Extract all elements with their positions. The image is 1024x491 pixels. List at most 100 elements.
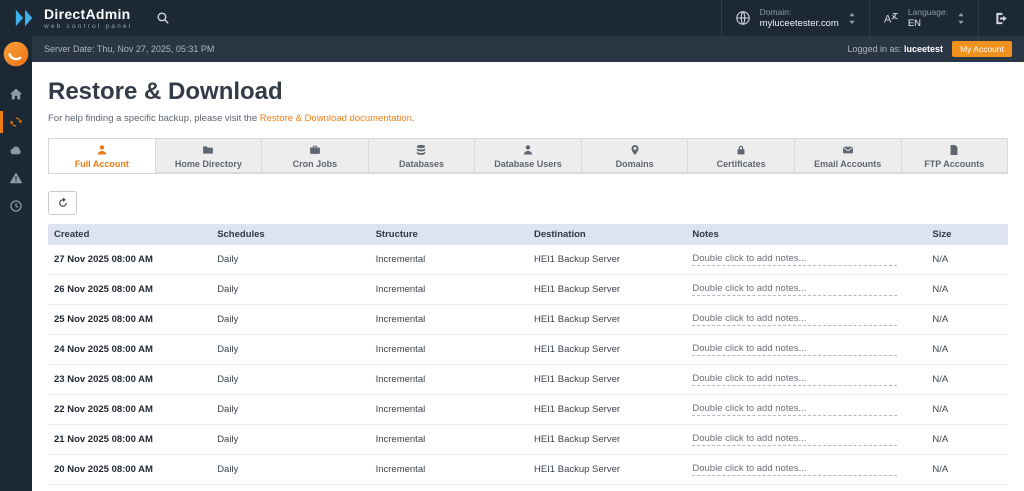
refresh-icon: [57, 197, 69, 209]
documentation-link[interactable]: Restore & Download documentation: [260, 113, 412, 124]
tab-home-directory[interactable]: Home Directory: [155, 139, 263, 173]
created-cell: 21 Nov 2025 08:00 AM: [48, 424, 212, 455]
schedule-cell: Daily: [211, 394, 370, 425]
tab-label: Domains: [615, 158, 654, 169]
structure-cell: Incremental: [369, 394, 528, 425]
tab-databases[interactable]: Databases: [368, 139, 476, 173]
table-row: 19 Nov 2025 08:00 AMDailyIncrementalHEI1…: [48, 484, 1008, 491]
created-cell: 25 Nov 2025 08:00 AM: [48, 304, 212, 335]
size-cell: N/A: [926, 454, 1008, 485]
chevron-updown-icon: [848, 12, 856, 25]
pin-icon: [629, 144, 641, 156]
schedule-cell: Daily: [211, 304, 370, 335]
structure-cell: Incremental: [369, 364, 528, 395]
notes-placeholder[interactable]: Double click to add notes...: [692, 433, 898, 446]
tab-domains[interactable]: Domains: [581, 139, 689, 173]
person-icon: [96, 144, 108, 156]
refresh-button[interactable]: [48, 191, 77, 215]
size-cell: N/A: [926, 394, 1008, 425]
lucee-logo-icon[interactable]: [3, 41, 29, 67]
notes-placeholder[interactable]: Double click to add notes...: [692, 403, 898, 416]
tab-email-accounts[interactable]: Email Accounts: [794, 139, 902, 173]
notes-placeholder[interactable]: Double click to add notes...: [692, 313, 898, 326]
search-icon[interactable]: [156, 11, 170, 25]
schedule-cell: Daily: [211, 245, 370, 275]
destination-cell: HEI1 Backup Server: [527, 245, 687, 275]
notes-placeholder[interactable]: Double click to add notes...: [692, 253, 898, 266]
directadmin-logo-icon: [14, 8, 36, 28]
table-row: 23 Nov 2025 08:00 AM Daily Incremental HEI1…: [48, 364, 1008, 395]
column-header: Size: [926, 224, 1008, 245]
domain-selector[interactable]: Domain: myluceetester.com: [720, 0, 869, 36]
language-selector[interactable]: A Language: EN: [868, 0, 978, 36]
tab-database-users[interactable]: Database Users: [475, 139, 582, 173]
notes-placeholder[interactable]: Double click to add notes...: [692, 373, 898, 386]
sidebar-item-warning[interactable]: [0, 164, 32, 192]
column-header: Destination: [527, 224, 687, 245]
table-row: 24 Nov 2025 08:00 AM Daily Incremental HEI1…: [48, 334, 1008, 365]
tab-label: Email Accounts: [814, 158, 882, 169]
directadmin-brand[interactable]: DirectAdmin web control panel: [0, 7, 146, 30]
language-value: EN: [907, 18, 922, 29]
sidebar-item-clock[interactable]: [0, 192, 32, 220]
home-icon: [9, 87, 23, 101]
notes-cell[interactable]: Double click to add notes...: [686, 454, 927, 485]
tab-label: Databases: [398, 158, 444, 169]
tab-label: Cron Jobs: [292, 158, 338, 169]
schedule-cell: Daily: [211, 454, 370, 485]
structure-cell: Incremental: [369, 274, 528, 305]
notes-cell[interactable]: Double click to add notes...: [686, 304, 927, 335]
server-date: Server Date: Thu, Nov 27, 2025, 05:31 PM: [44, 44, 215, 54]
notes-cell[interactable]: Double click to add notes...: [686, 394, 927, 425]
notes-cell[interactable]: Double click to add notes...: [686, 245, 927, 275]
schedule-cell: Daily: [211, 334, 370, 365]
size-cell: N/A: [926, 245, 1008, 275]
clock-icon: [9, 199, 23, 213]
chevron-updown-icon: [957, 12, 965, 25]
tab-certificates[interactable]: Certificates: [688, 139, 795, 173]
schedule-cell: Daily: [211, 424, 370, 455]
logout-button[interactable]: [978, 0, 1024, 36]
notes-placeholder[interactable]: Double click to add notes...: [692, 283, 898, 296]
size-cell: N/A: [926, 424, 1008, 455]
notes-placeholder[interactable]: Double click to add notes...: [692, 463, 898, 476]
notes-cell[interactable]: Double click to add notes...: [686, 364, 927, 395]
sidebar-item-home[interactable]: [0, 80, 32, 108]
column-header: Created: [48, 224, 212, 245]
tab-ftp-accounts[interactable]: FTP Accounts: [901, 139, 1008, 173]
table-header-row: Created Schedules Structure Destination Note…: [48, 224, 1008, 245]
tab-full-account[interactable]: Full Account: [49, 139, 156, 173]
cloud-icon: [9, 143, 23, 157]
destination-cell: HEI1 Backup Server: [527, 334, 687, 365]
structure-cell: Incremental: [369, 484, 528, 491]
notes-placeholder[interactable]: Double click to add notes...: [692, 343, 898, 356]
tab-cron-jobs[interactable]: Cron Jobs: [262, 139, 369, 173]
table-body: 27 Nov 2025 08:00 AM Daily Incremental HEI1…: [48, 245, 1008, 491]
help-text: For help finding a specific backup, plea…: [48, 113, 415, 124]
briefcase-icon: [309, 144, 321, 156]
created-cell: 23 Nov 2025 08:00 AM: [48, 364, 212, 395]
notes-cell[interactable]: Double click to add notes...: [686, 334, 927, 365]
language-label: Language:: [907, 7, 948, 17]
created-cell: 20 Nov 2025 08:00 AM: [48, 454, 212, 485]
size-cell: N/A: [926, 274, 1008, 305]
sidebar-item-cloud[interactable]: [0, 136, 32, 164]
size-cell: N/A: [926, 484, 1008, 491]
globe-icon: [735, 10, 751, 26]
sync-icon: [9, 115, 23, 129]
sidebar-item-sync[interactable]: [0, 108, 32, 136]
notes-cell[interactable]: Double click to add notes...: [686, 274, 927, 305]
folder-icon: [202, 144, 214, 156]
tab-label: Database Users: [494, 158, 562, 169]
size-cell: N/A: [926, 334, 1008, 365]
created-cell: 22 Nov 2025 08:00 AM: [48, 394, 212, 425]
my-account-button[interactable]: My Account: [952, 41, 1012, 57]
notes-cell[interactable]: Double click to add notes...: [686, 484, 927, 491]
logged-in-label: Logged in as:: [847, 44, 902, 54]
table-row: 20 Nov 2025 08:00 AM Daily Incremental HEI1…: [48, 454, 1008, 485]
notes-cell[interactable]: Double click to add notes...: [686, 424, 927, 455]
backups-table: Created Schedules Structure Destination Note…: [48, 224, 1008, 491]
schedule-cell: Daily: [211, 364, 370, 395]
svg-text:A: A: [884, 14, 892, 26]
table-row: 25 Nov 2025 08:00 AM Daily Incremental HEI1…: [48, 304, 1008, 335]
